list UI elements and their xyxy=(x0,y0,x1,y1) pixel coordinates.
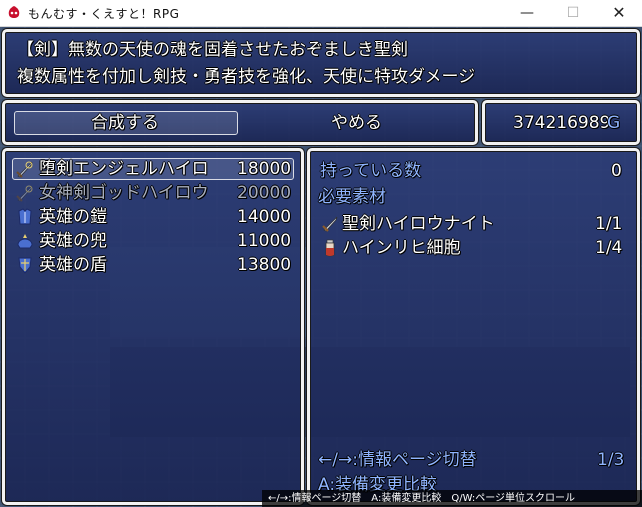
recipe-price-5: 13800 xyxy=(237,255,292,275)
recipe-price-3: 14000 xyxy=(237,207,292,227)
materials-label: 必要素材 xyxy=(318,187,386,207)
page-number: 1/3 xyxy=(597,450,625,470)
owned-count: 0 xyxy=(611,161,622,181)
cancel-command[interactable]: やめる xyxy=(331,112,382,134)
bottom-help-bar: ←/→:情報ページ切替 A:装備変更比較 Q/W:ページ単位スクロール xyxy=(262,490,642,507)
recipe-price-1: 18000 xyxy=(237,159,292,179)
maximize-button[interactable]: ☐ xyxy=(550,0,596,26)
app-logo-icon xyxy=(8,6,20,18)
armor-icon xyxy=(18,208,32,225)
help-line-1: 【剣】無数の天使の魂を固着させたおぞましき聖剣 xyxy=(17,40,408,60)
recipe-price-4: 11000 xyxy=(237,231,292,251)
material-count-1: 1/1 xyxy=(595,214,623,234)
gold-window: 374216989 G xyxy=(482,100,640,145)
window-titlebar: もんむす・くえすと！RPG — ☐ ✕ xyxy=(0,0,642,27)
help-window: 【剣】無数の天使の魂を固着させたおぞましき聖剣 複数属性を付加し剣技・勇者技を強… xyxy=(2,29,640,97)
vial-icon xyxy=(325,239,335,257)
gold-amount: 374216989 xyxy=(513,113,611,133)
owned-label: 持っている数 xyxy=(320,161,422,181)
recipe-list-window: 堕剣エンジェルハイロ 18000 女神剣ゴッドハイロウ 20000 英雄の鎧 1… xyxy=(2,148,304,505)
recipe-name-3[interactable]: 英雄の鎧 xyxy=(39,206,107,228)
help-line-2: 複数属性を付加し剣技・勇者技を強化、天使に特攻ダメージ xyxy=(17,67,476,87)
window-title: もんむす・くえすと！RPG xyxy=(28,7,180,21)
recipe-name-1[interactable]: 堕剣エンジェルハイロ xyxy=(39,158,209,180)
helmet-icon xyxy=(17,234,33,249)
gold-unit: G xyxy=(607,113,621,133)
cursed-sword-icon xyxy=(16,161,33,178)
recipe-price-2: 20000 xyxy=(237,183,292,203)
recipe-name-5[interactable]: 英雄の盾 xyxy=(39,254,107,276)
detail-window: 持っている数 0 必要素材 聖剣ハイロウナイト 1/1 ハインリヒ細胞 1/4 … xyxy=(307,148,640,505)
material-name-1: 聖剣ハイロウナイト xyxy=(342,214,495,234)
synthesize-command[interactable]: 合成する xyxy=(91,112,159,134)
game-screen: 【剣】無数の天使の魂を固着させたおぞましき聖剣 複数属性を付加し剣技・勇者技を強… xyxy=(0,27,642,507)
cursed-sword-icon xyxy=(16,185,33,202)
shield-icon xyxy=(18,257,32,274)
recipe-name-4[interactable]: 英雄の兜 xyxy=(39,230,107,252)
close-button[interactable]: ✕ xyxy=(596,0,642,26)
minimize-button[interactable]: — xyxy=(504,0,550,26)
sword-icon xyxy=(322,216,338,232)
material-name-2: ハインリヒ細胞 xyxy=(342,238,461,258)
page-hint: ←/→:情報ページ切替 xyxy=(318,450,477,470)
command-window: 合成する やめる xyxy=(2,100,478,145)
material-count-2: 1/4 xyxy=(595,238,623,258)
recipe-name-2[interactable]: 女神剣ゴッドハイロウ xyxy=(39,182,209,204)
